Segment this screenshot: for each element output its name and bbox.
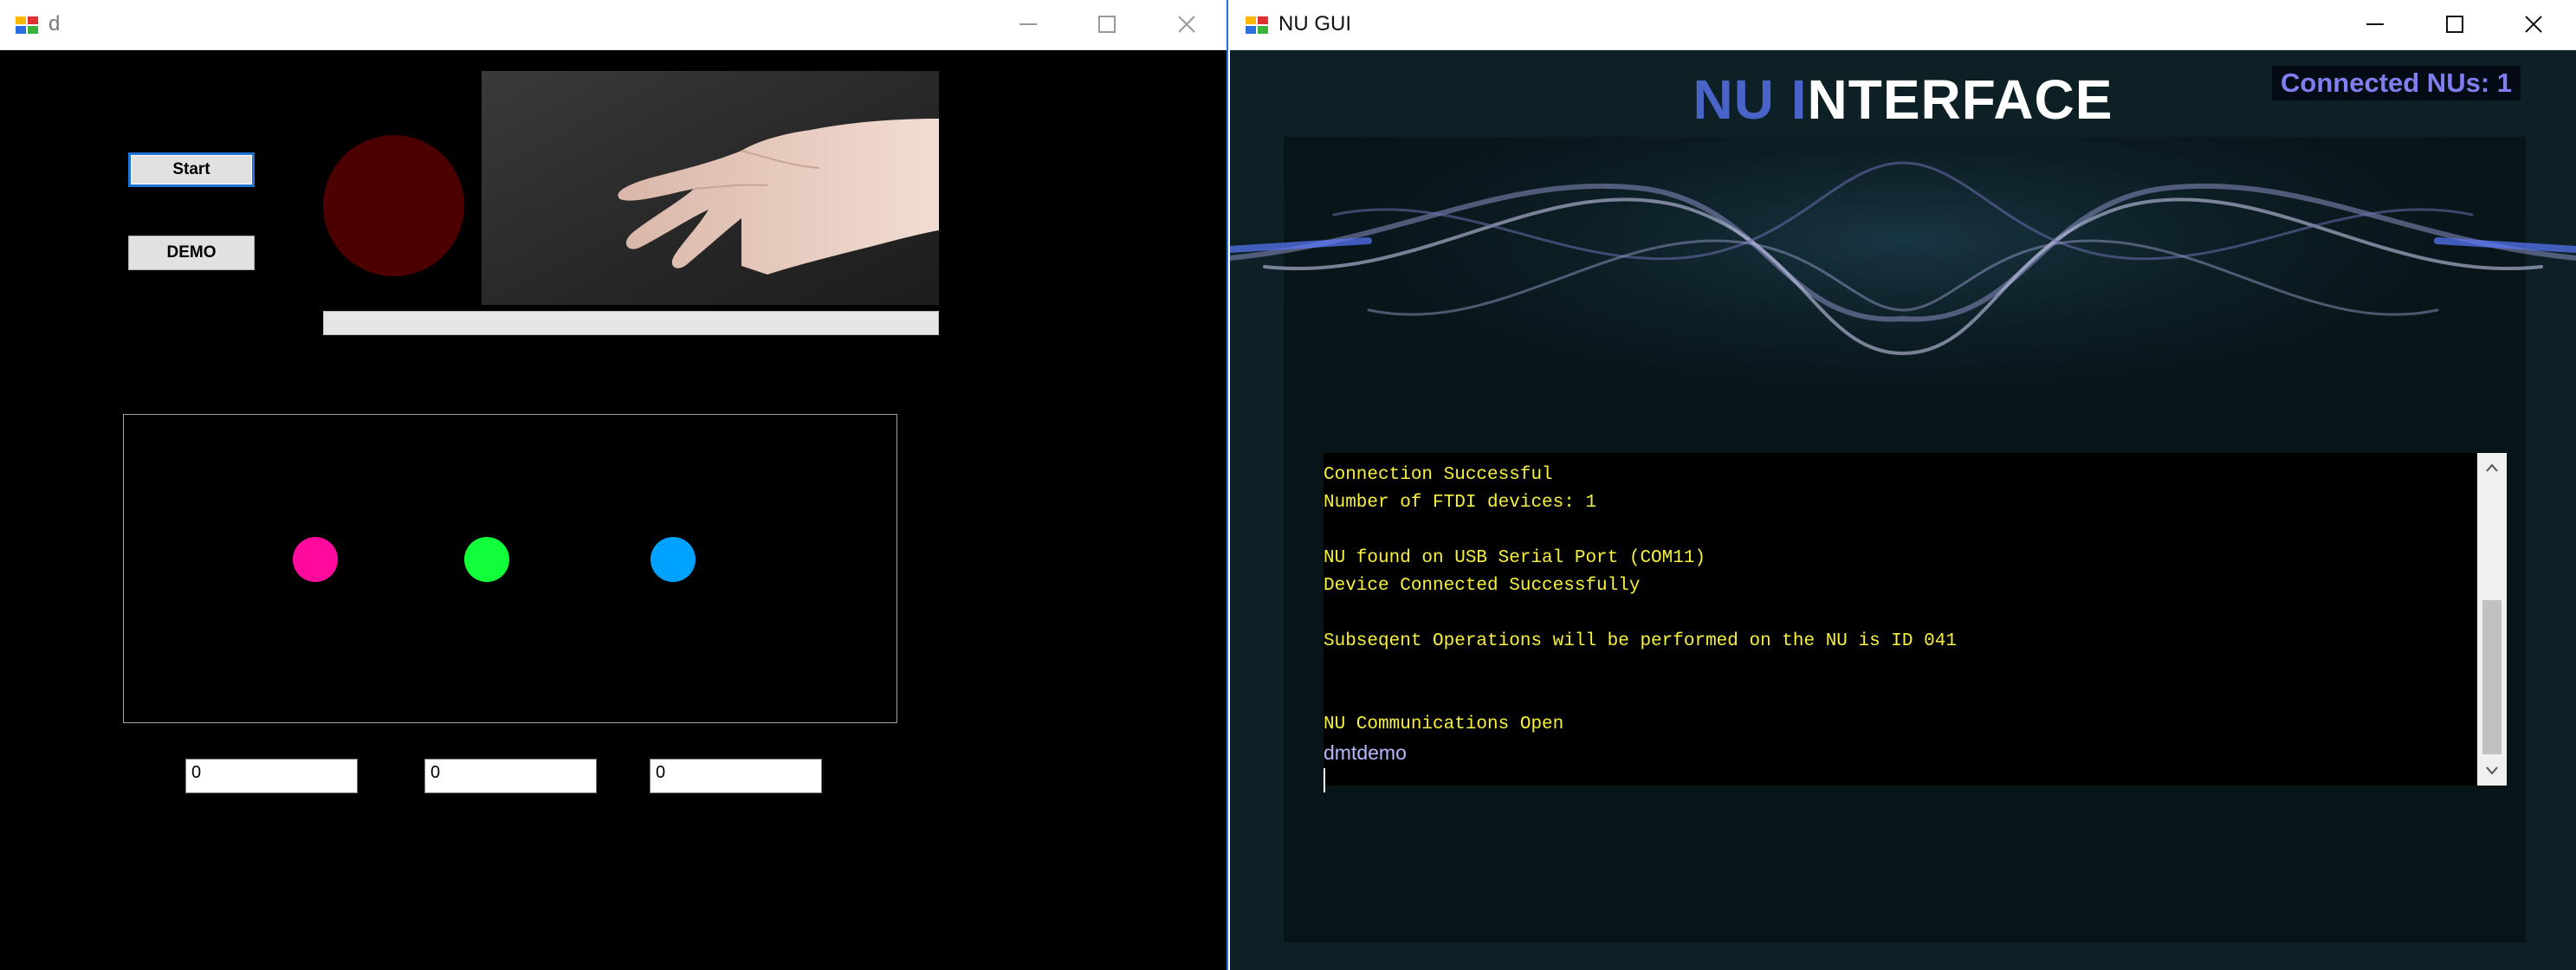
- minimize-button[interactable]: [2336, 0, 2413, 48]
- demo-client-area: Start DEMO 0 0 0: [0, 50, 1227, 970]
- minimize-button[interactable]: [989, 0, 1066, 48]
- value-textbox-3[interactable]: 0: [650, 759, 822, 793]
- vertical-scrollbar[interactable]: [2477, 453, 2507, 786]
- maximize-button[interactable]: [1068, 0, 1145, 48]
- green-target-dot: [464, 537, 509, 582]
- progress-bar: [323, 311, 939, 335]
- close-button[interactable]: [1148, 0, 1225, 48]
- value-textbox-2[interactable]: 0: [424, 759, 597, 793]
- nu-client-area: NU INTERFACE Connected NUs: 1 Connection…: [1230, 50, 2576, 970]
- console-line: Subseqent Operations will be performed o…: [1324, 631, 1957, 651]
- blue-target-dot: [650, 537, 696, 582]
- app-icon: [16, 16, 38, 34]
- energy-waves-graphic: [1230, 137, 2576, 483]
- text-caret: [1324, 768, 1325, 792]
- minimize-icon: [1019, 23, 1037, 25]
- maximize-button[interactable]: [2416, 0, 2493, 48]
- connected-count-label: Connected NUs: 1: [2272, 66, 2521, 100]
- console-line: Number of FTDI devices: 1: [1324, 493, 1597, 513]
- scroll-thumb[interactable]: [2482, 600, 2502, 754]
- brand-title-part1: NU I: [1693, 68, 1808, 131]
- console-input-echo: dmtdemo: [1324, 741, 1407, 764]
- console-text: Connection Successful Number of FTDI devi…: [1324, 453, 2476, 792]
- hand-gesture-image: [482, 71, 939, 305]
- start-button[interactable]: Start: [128, 152, 255, 187]
- chevron-up-icon: [2486, 463, 2498, 472]
- window-title: NU GUI: [1278, 12, 1351, 36]
- console-line: NU found on USB Serial Port (COM11): [1324, 548, 1706, 568]
- chevron-down-icon: [2486, 766, 2498, 775]
- title-bar[interactable]: NU GUI: [1230, 0, 2576, 50]
- console-line: NU Communications Open: [1324, 715, 1564, 734]
- hand-photo: [482, 71, 939, 305]
- close-button[interactable]: [2495, 0, 2572, 48]
- pink-target-dot: [293, 537, 338, 582]
- maximize-icon: [1097, 16, 1116, 33]
- maximize-icon: [2445, 16, 2463, 33]
- scroll-down-button[interactable]: [2477, 756, 2507, 786]
- close-icon: [1177, 16, 1195, 33]
- target-panel: [123, 414, 897, 723]
- window-title: d: [49, 12, 61, 36]
- console-line: Device Connected Successfully: [1324, 576, 1641, 596]
- value-textbox-1[interactable]: 0: [185, 759, 358, 793]
- close-icon: [2524, 16, 2542, 33]
- nu-gui-window: NU GUI NU INTERFACE Connected NUs: 1 Con…: [1230, 0, 2576, 970]
- scroll-up-button[interactable]: [2477, 453, 2507, 482]
- status-indicator-circle: [323, 135, 464, 276]
- app-icon: [1246, 16, 1268, 34]
- console-line: Connection Successful: [1324, 465, 1553, 485]
- demo-window: d Start DEMO 0 0 0: [0, 0, 1228, 970]
- title-bar[interactable]: d: [0, 0, 1227, 50]
- demo-button[interactable]: DEMO: [128, 236, 255, 270]
- brand-title-part2: NTERFACE: [1807, 68, 2113, 131]
- console-output[interactable]: Connection Successful Number of FTDI devi…: [1324, 453, 2507, 792]
- minimize-icon: [2366, 23, 2384, 25]
